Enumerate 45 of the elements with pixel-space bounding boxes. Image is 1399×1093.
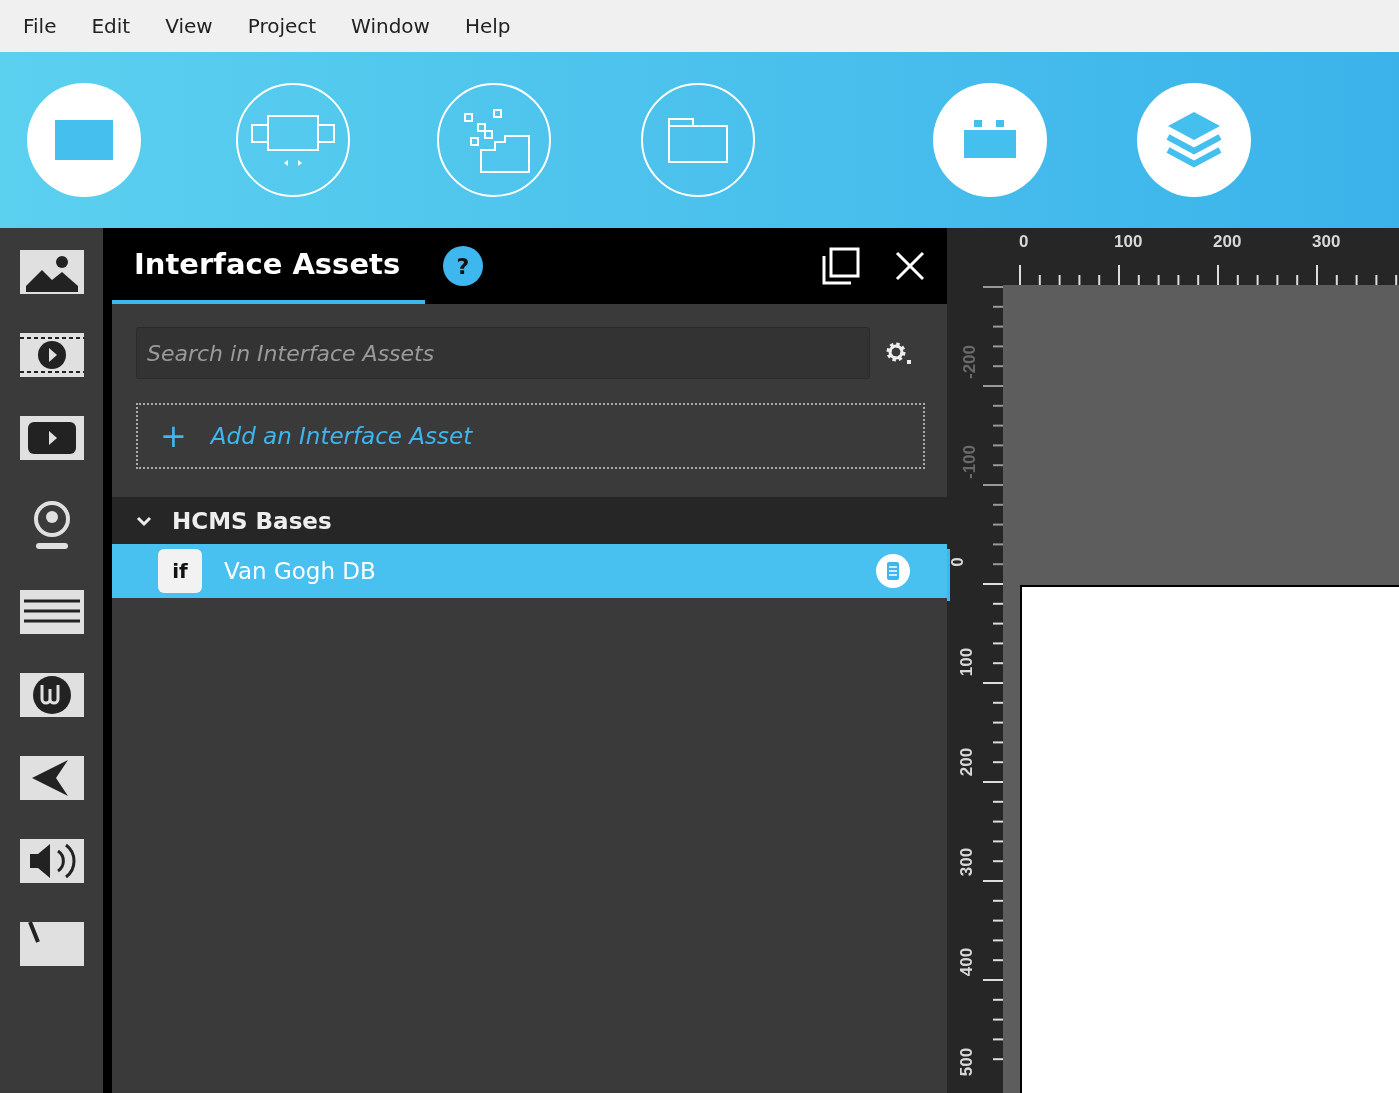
settings-icon[interactable]: [884, 340, 912, 366]
close-icon[interactable]: [895, 251, 925, 281]
webcam-icon[interactable]: [31, 499, 72, 551]
folder-icon: [667, 116, 729, 164]
panel-tab[interactable]: Interface Assets: [112, 228, 425, 304]
ruler-label: 300: [957, 847, 978, 877]
plane-icon[interactable]: [19, 756, 84, 800]
restore-icon[interactable]: [821, 246, 861, 286]
menu-item[interactable]: Help: [453, 14, 522, 38]
menu-item[interactable]: Project: [236, 14, 328, 38]
menu-item[interactable]: View: [154, 14, 224, 38]
ruler-label: 200: [957, 747, 978, 777]
ruler-label: 200: [1213, 232, 1242, 252]
panel-icon: [964, 120, 1016, 160]
ruler-label: 0: [947, 557, 968, 567]
ruler-label: 400: [957, 947, 978, 977]
video-icon[interactable]: [19, 416, 84, 460]
help-button[interactable]: ?: [443, 246, 483, 286]
w-logo-icon[interactable]: [19, 673, 84, 717]
menu-item[interactable]: File: [12, 14, 68, 38]
ruler-label: 500: [957, 1047, 978, 1077]
app-logo: if: [158, 549, 202, 593]
layers-icon: [1164, 110, 1224, 170]
frame-icon: [250, 112, 336, 168]
ruler-label: 100: [1114, 232, 1143, 252]
ruler-label: 100: [957, 647, 978, 677]
image-icon[interactable]: [19, 250, 84, 294]
ruler-label: 300: [1312, 232, 1341, 252]
film-icon[interactable]: [19, 333, 84, 377]
speaker-icon[interactable]: [19, 839, 84, 883]
menu-item[interactable]: Edit: [80, 14, 142, 38]
add-asset-label: Add an Interface Asset: [210, 423, 473, 449]
plus-sign: +: [160, 417, 187, 455]
search-field[interactable]: Search in Interface Assets: [136, 327, 870, 379]
ruler-label: -100: [960, 445, 980, 479]
group-header[interactable]: HCMS Bases: [112, 497, 947, 544]
menu-item[interactable]: Window: [340, 14, 441, 38]
rectangle-icon: [55, 120, 113, 160]
ruler-label: -200: [960, 345, 980, 379]
group-label: HCMS Bases: [172, 507, 332, 534]
list-icon[interactable]: [19, 590, 84, 634]
ruler-label: 0: [1019, 232, 1029, 252]
add-asset-button[interactable]: + Add an Interface Asset: [136, 403, 925, 469]
asset-row[interactable]: if Van Gogh DB: [112, 544, 947, 598]
asset-label: Van Gogh DB: [224, 558, 376, 584]
